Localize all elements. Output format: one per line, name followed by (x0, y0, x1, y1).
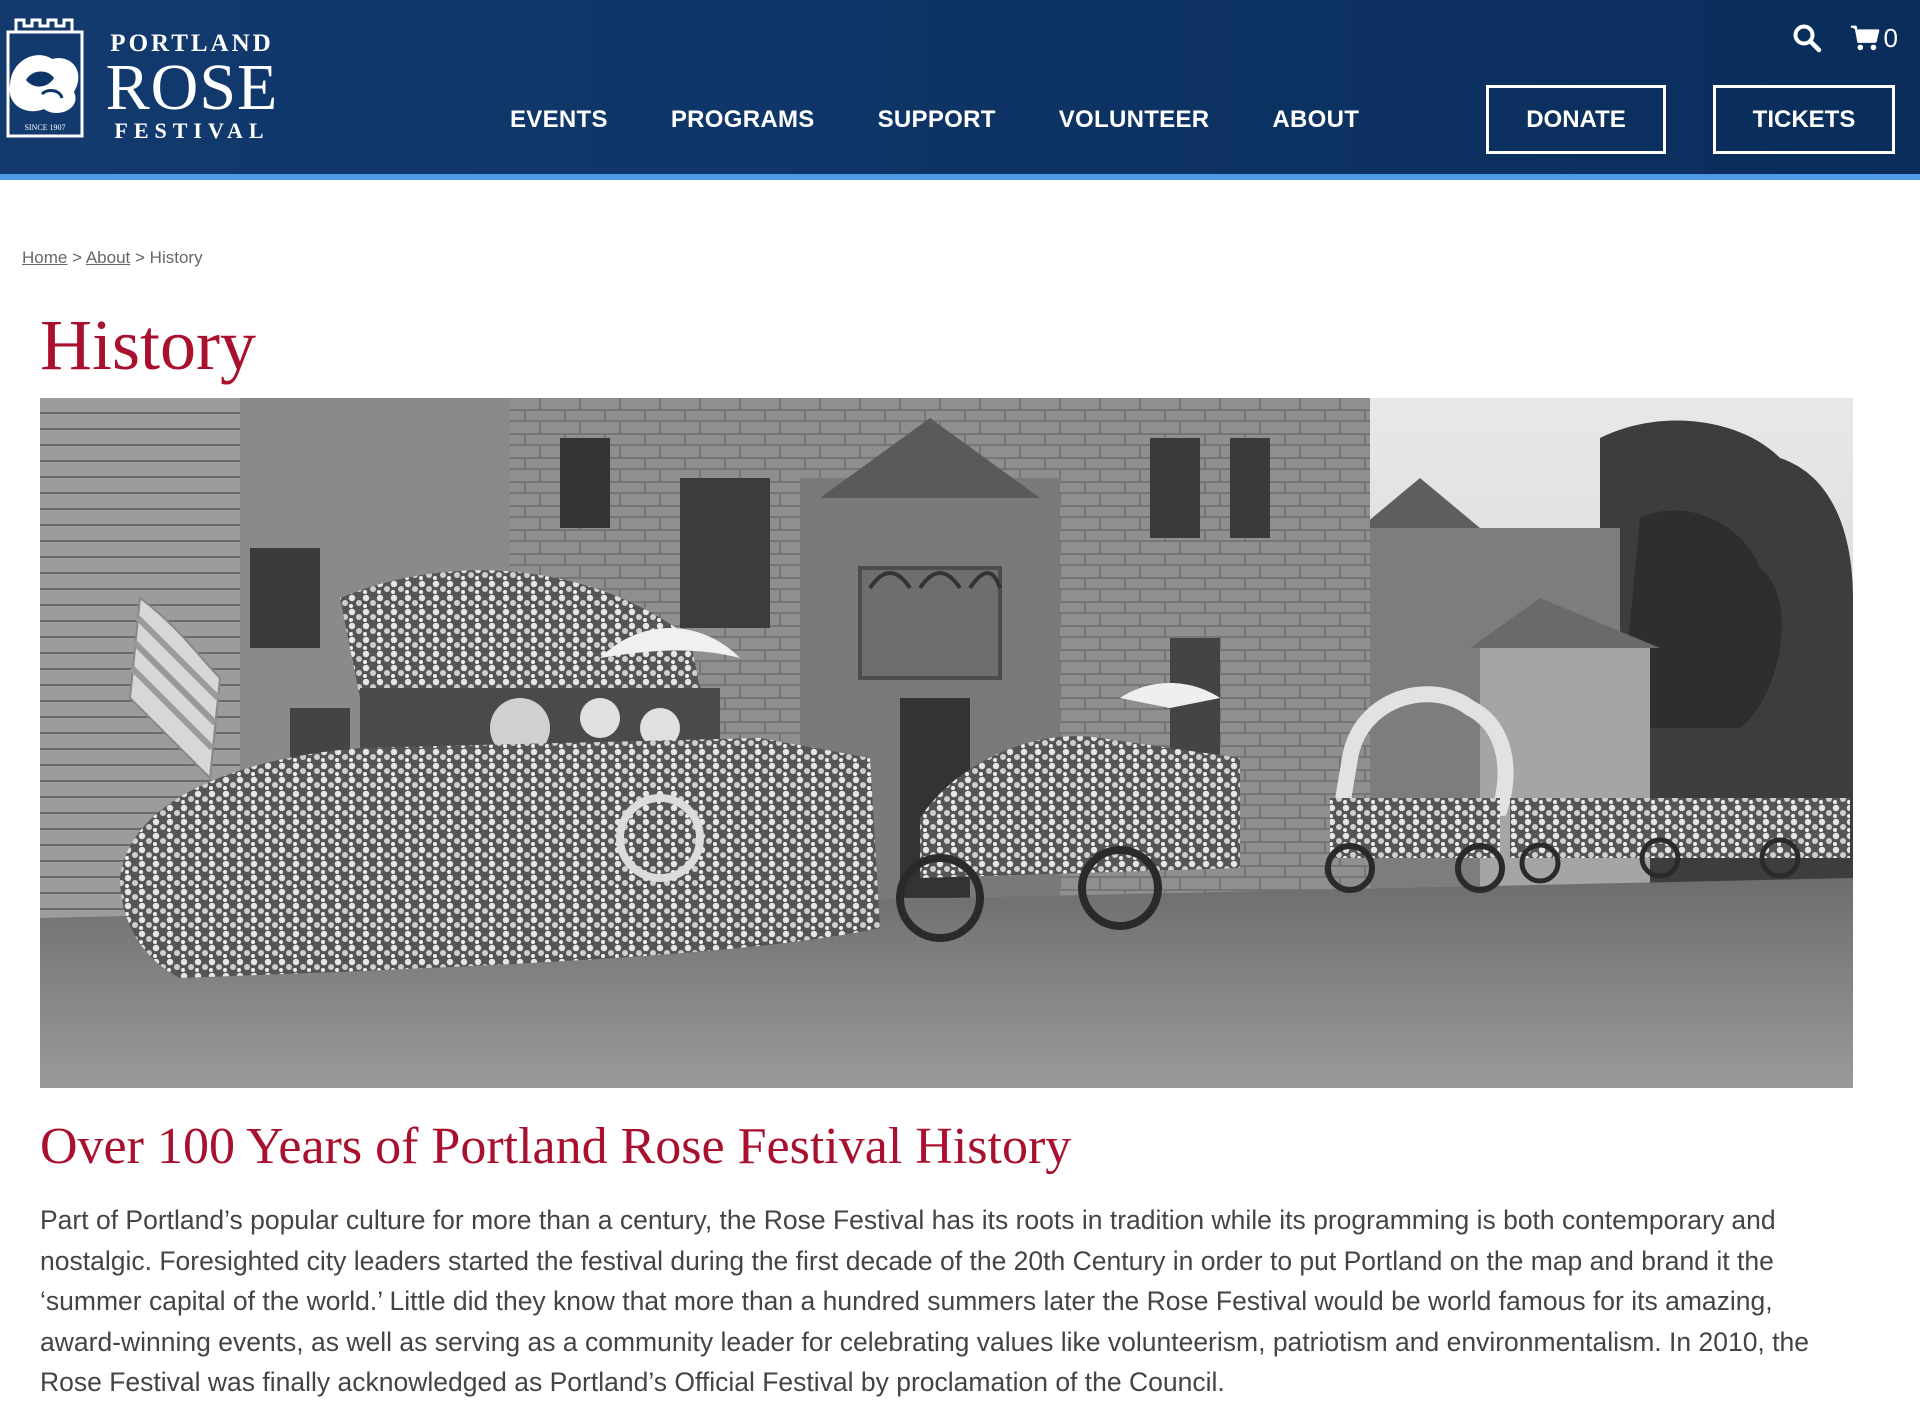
site-logo[interactable]: SINCE 1907 PORTLAND ROSE FESTIVAL (0, 10, 290, 145)
breadcrumb: Home > About > History (22, 248, 203, 268)
historic-parade-photo (40, 398, 1853, 1088)
page-title: History (40, 305, 256, 385)
nav-support[interactable]: SUPPORT (878, 106, 996, 134)
tickets-button[interactable]: TICKETS (1713, 85, 1895, 154)
breadcrumb-home[interactable]: Home (22, 248, 67, 267)
donate-button[interactable]: DONATE (1486, 85, 1666, 154)
nav-volunteer[interactable]: VOLUNTEER (1059, 106, 1210, 134)
breadcrumb-separator: > (135, 248, 145, 267)
utility-bar: 0 (1792, 18, 1898, 58)
nav-events[interactable]: EVENTS (510, 106, 608, 134)
nav-about[interactable]: ABOUT (1272, 106, 1359, 134)
cart-icon (1850, 25, 1879, 51)
search-icon[interactable] (1792, 23, 1822, 53)
nav-programs[interactable]: PROGRAMS (671, 106, 815, 134)
logo-festival: FESTIVAL (114, 118, 270, 143)
breadcrumb-current: History (149, 248, 203, 267)
logo-text: PORTLAND ROSE FESTIVAL (102, 30, 282, 144)
history-paragraph: Part of Portland’s popular culture for m… (40, 1205, 1809, 1397)
breadcrumb-separator: > (72, 248, 83, 267)
rose-emblem-icon: SINCE 1907 (6, 18, 84, 138)
logo-rose: ROSE (105, 51, 279, 124)
svg-text:SINCE 1907: SINCE 1907 (24, 123, 65, 132)
breadcrumb-about[interactable]: About (86, 248, 130, 267)
cart-button[interactable]: 0 (1850, 23, 1898, 54)
section-heading: Over 100 Years of Portland Rose Festival… (40, 1118, 1072, 1175)
site-header: SINCE 1907 PORTLAND ROSE FESTIVAL 0 EVEN… (0, 0, 1920, 180)
main-nav: EVENTS PROGRAMS SUPPORT VOLUNTEER ABOUT (510, 85, 1422, 155)
cart-count: 0 (1883, 22, 1898, 53)
hero-image (40, 398, 1853, 1088)
